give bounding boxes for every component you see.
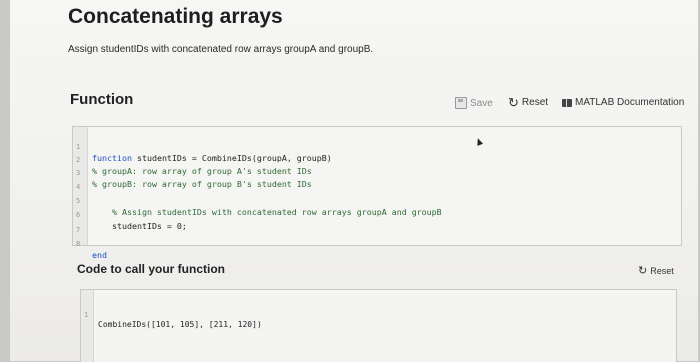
reset-label: Reset <box>521 97 549 108</box>
page-title: Concatenating arrays <box>68 5 283 28</box>
call-reset-button[interactable]: ↻ Reset <box>638 265 674 277</box>
book-icon <box>562 98 572 107</box>
code-line: 3 % groupB: row array of group B's stude… <box>73 159 681 189</box>
code-text: CombineIDs([101, 105], [211, 120]) <box>98 320 262 329</box>
code-line: 7 <box>73 216 681 234</box>
reset-icon: ↻ <box>508 94 519 110</box>
reset-label: Reset <box>650 266 674 276</box>
line-number: 1 <box>84 311 89 319</box>
call-code-editor[interactable]: 1 CombineIDs([101, 105], [211, 120]) <box>80 289 677 362</box>
doc-label: MATLAB Documentation <box>575 97 685 108</box>
reset-button[interactable]: ↻ Reset <box>508 94 549 110</box>
save-label: Save <box>470 97 493 109</box>
code-line: 1 function studentIDs = CombineIDs(group… <box>73 133 681 163</box>
code-line: 5 % Assign studentIDs with concatenated … <box>73 187 681 217</box>
code-line: 2 % groupA: row array of group A's stude… <box>73 146 681 176</box>
reset-icon: ↻ <box>638 265 648 277</box>
problem-description: Assign studentIDs with concatenated row … <box>68 44 374 55</box>
matlab-documentation-link[interactable]: MATLAB Documentation <box>562 97 684 108</box>
line-number: 8 <box>76 240 81 248</box>
call-section-title: Code to call your function <box>77 262 226 276</box>
function-code-editor[interactable]: 1 function studentIDs = CombineIDs(group… <box>72 126 682 260</box>
save-icon <box>455 97 467 109</box>
function-section-title: Function <box>70 91 134 108</box>
save-button[interactable]: Save <box>455 97 493 109</box>
code-line: 4 <box>73 173 681 191</box>
code-line: 6 studentIDs = 0; <box>73 201 681 231</box>
keyword: end <box>92 250 107 260</box>
code-line: 1 CombineIDs([101, 105], [211, 120]) <box>81 302 676 329</box>
code-line: 8 end <box>73 230 681 260</box>
